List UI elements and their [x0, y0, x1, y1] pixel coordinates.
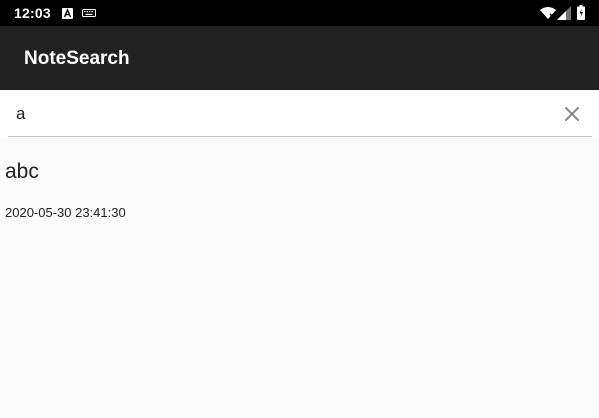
wifi-icon	[540, 7, 556, 19]
notification-a-icon	[62, 8, 73, 19]
search-underline	[8, 136, 592, 137]
search-input[interactable]	[8, 94, 556, 134]
status-time: 12:03	[14, 5, 51, 21]
status-bar: 12:03	[0, 0, 599, 26]
note-timestamp: 2020-05-30 23:41:30	[5, 205, 126, 220]
list-item[interactable]: abc 2020-05-30 23:41:30	[0, 148, 599, 228]
keyboard-icon	[82, 9, 96, 17]
app-bar: NoteSearch	[0, 26, 599, 90]
note-title: abc	[5, 160, 39, 183]
close-icon[interactable]	[560, 102, 584, 126]
battery-icon	[577, 5, 585, 20]
app-title: NoteSearch	[24, 48, 130, 69]
search-bar	[0, 90, 599, 138]
cell-signal-icon	[557, 6, 571, 20]
